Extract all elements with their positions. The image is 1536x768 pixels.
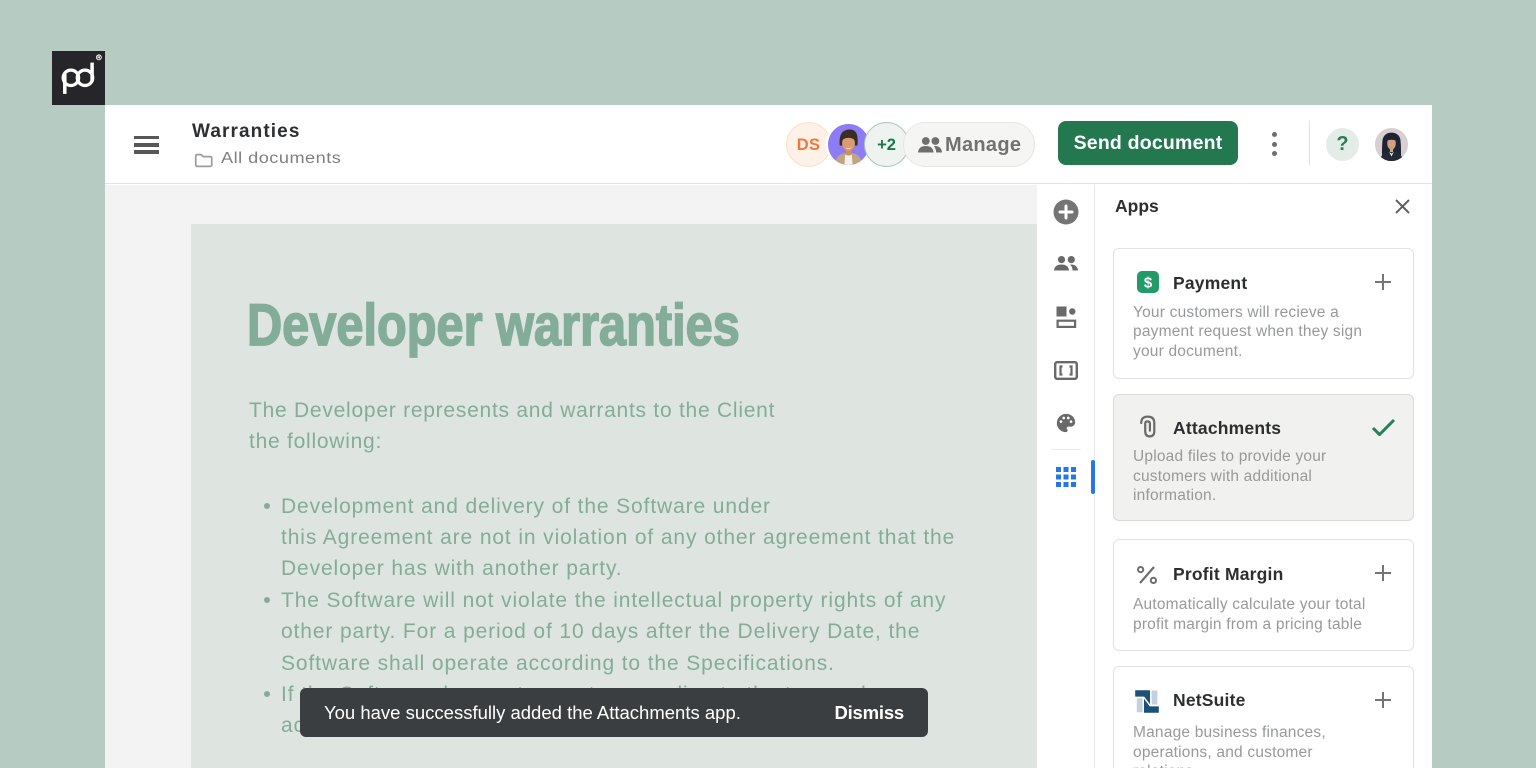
svg-text:$: $	[1144, 275, 1153, 292]
